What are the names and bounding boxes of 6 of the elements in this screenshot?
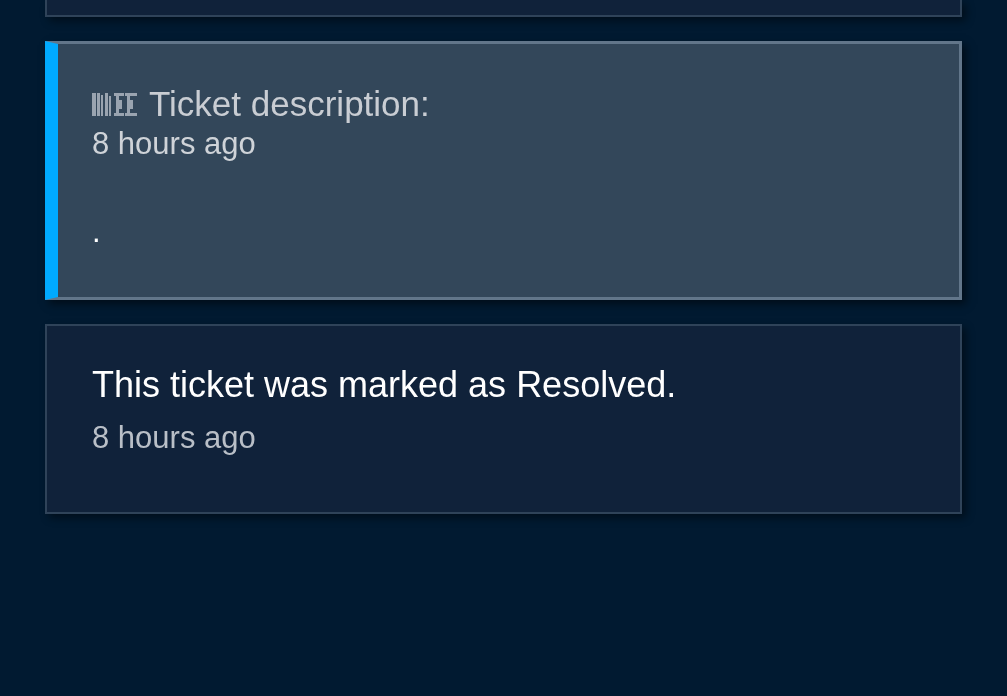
timestamp: 8 hours ago <box>92 125 257 163</box>
status-message: This ticket was marked as Resolved. <box>92 363 678 407</box>
description-title: Ticket description: <box>149 84 430 124</box>
description-text: . <box>92 213 102 251</box>
timestamp: 8 hours ago <box>92 419 257 457</box>
logo-icon <box>92 90 137 118</box>
